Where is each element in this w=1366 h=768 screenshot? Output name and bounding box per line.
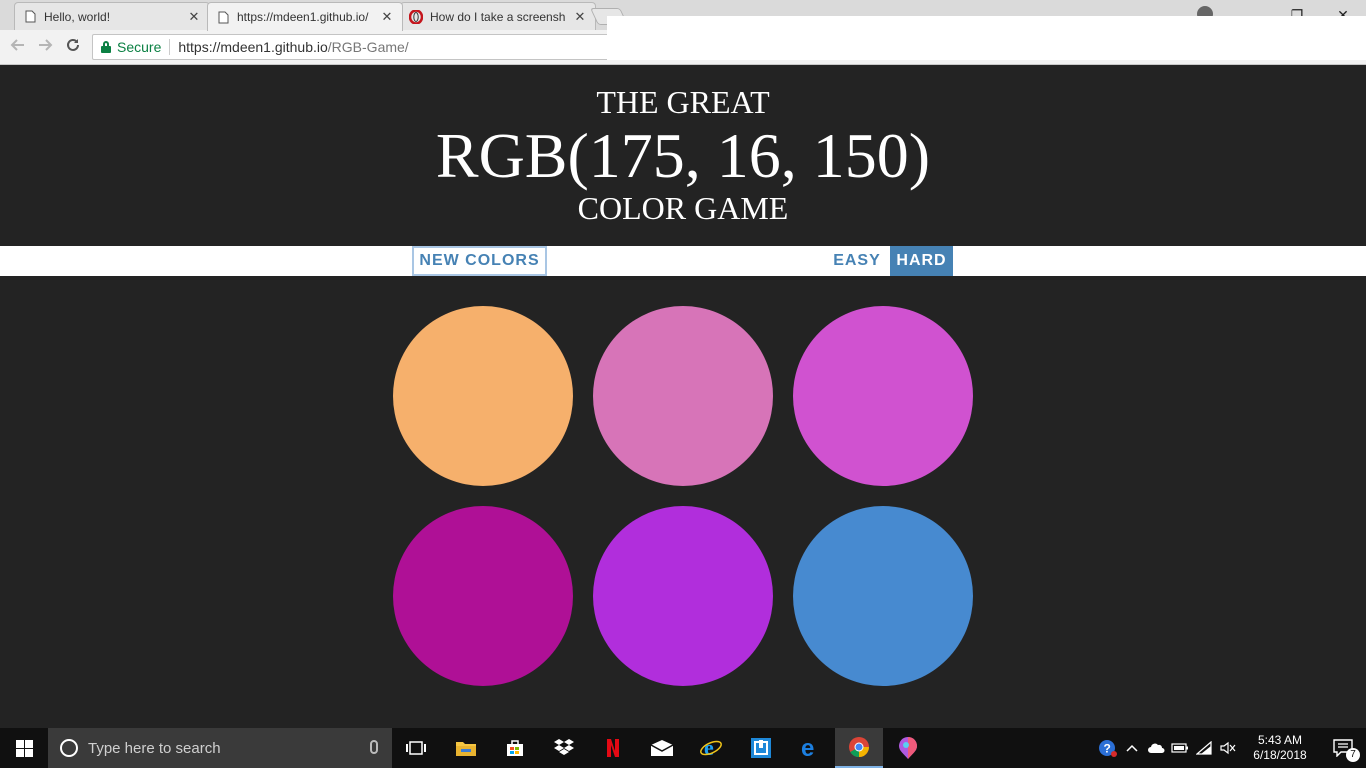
close-tab-icon[interactable]: ✕ [187,9,201,25]
clock-time: 5:43 AM [1257,733,1303,747]
dropbox-icon[interactable] [540,728,588,768]
color-board [0,276,1366,728]
help-icon[interactable]: ? [1096,728,1120,768]
volume-muted-icon[interactable] [1216,728,1240,768]
chevron-up-icon[interactable] [1120,728,1144,768]
tab-title: https://mdeen1.github.io/ [237,10,369,24]
netflix-icon[interactable] [589,728,637,768]
battery-icon[interactable] [1168,728,1192,768]
wifi-icon[interactable] [1192,728,1216,768]
control-stripe: New Colors Easy Hard [0,246,1366,276]
cortana-icon [60,739,78,757]
color-circle[interactable] [793,306,973,486]
hard-mode-button[interactable]: Hard [890,246,953,276]
url-host: https://mdeen1.github.io [178,39,328,55]
tab-title: Hello, world! [44,9,111,24]
game-header: THE GREAT RGB(175, 16, 150) COLOR GAME [0,66,1366,246]
tab-rgb-game[interactable]: https://mdeen1.github.io/ ✕ [207,2,403,31]
taskbar-clock[interactable]: 5:43 AM 6/18/2018 [1240,733,1320,763]
close-tab-icon[interactable]: ✕ [380,9,394,25]
svg-text:e: e [801,736,814,760]
clock-date: 6/18/2018 [1253,748,1307,762]
title-line-1: THE GREAT [596,84,770,120]
search-placeholder: Type here to search [88,739,221,757]
windows-start-icon[interactable] [0,728,48,768]
paint-3d-icon[interactable] [884,728,932,768]
close-tab-icon[interactable]: ✕ [573,9,587,25]
tab-hello-world[interactable]: Hello, world! ✕ [14,2,210,30]
microphone-icon[interactable] [370,740,378,754]
easy-mode-button[interactable]: Easy [826,246,888,276]
onedrive-icon[interactable] [1144,728,1168,768]
svg-text:e: e [704,736,714,760]
notification-count-badge: 7 [1346,748,1360,762]
lock-icon [101,41,111,53]
color-circle[interactable] [793,506,973,686]
title-line-3: COLOR GAME [577,190,789,226]
page-icon [23,10,37,24]
forward-icon[interactable] [35,37,55,57]
windows-taskbar: Type here to search e e ? 5:43 AM 6/18/2… [0,728,1366,768]
url-path: /RGB-Game/ [327,39,409,55]
target-color-display: RGB(175, 16, 150) [435,120,931,191]
taskbar-search-box[interactable]: Type here to search [48,728,392,768]
redacted-area [607,16,1366,60]
store-icon[interactable] [491,728,539,768]
chrome-icon[interactable] [835,728,883,768]
secure-label: Secure [117,39,162,55]
tab-screenshot-question[interactable]: How do I take a screensh ✕ [400,2,596,30]
color-circle[interactable] [393,306,573,486]
task-view-icon[interactable] [392,728,440,768]
tab-title: How do I take a screensh [430,9,566,24]
back-icon[interactable] [8,37,28,57]
svg-text:?: ? [1104,742,1111,756]
color-circle[interactable] [593,306,773,486]
omnibox-divider [169,39,171,55]
color-circle[interactable] [593,506,773,686]
new-colors-button[interactable]: New Colors [412,246,547,276]
edge-icon[interactable]: e [786,728,834,768]
file-explorer-icon[interactable] [442,728,490,768]
reload-icon[interactable] [63,37,83,57]
color-circle[interactable] [393,506,573,686]
system-tray: ? 5:43 AM 6/18/2018 7 [1096,728,1366,768]
mail-icon[interactable] [638,728,686,768]
opera-icon [409,9,423,24]
app-icon[interactable] [737,728,785,768]
action-center-icon[interactable]: 7 [1320,728,1366,768]
page-icon [216,10,230,24]
internet-explorer-icon[interactable]: e [687,728,735,768]
